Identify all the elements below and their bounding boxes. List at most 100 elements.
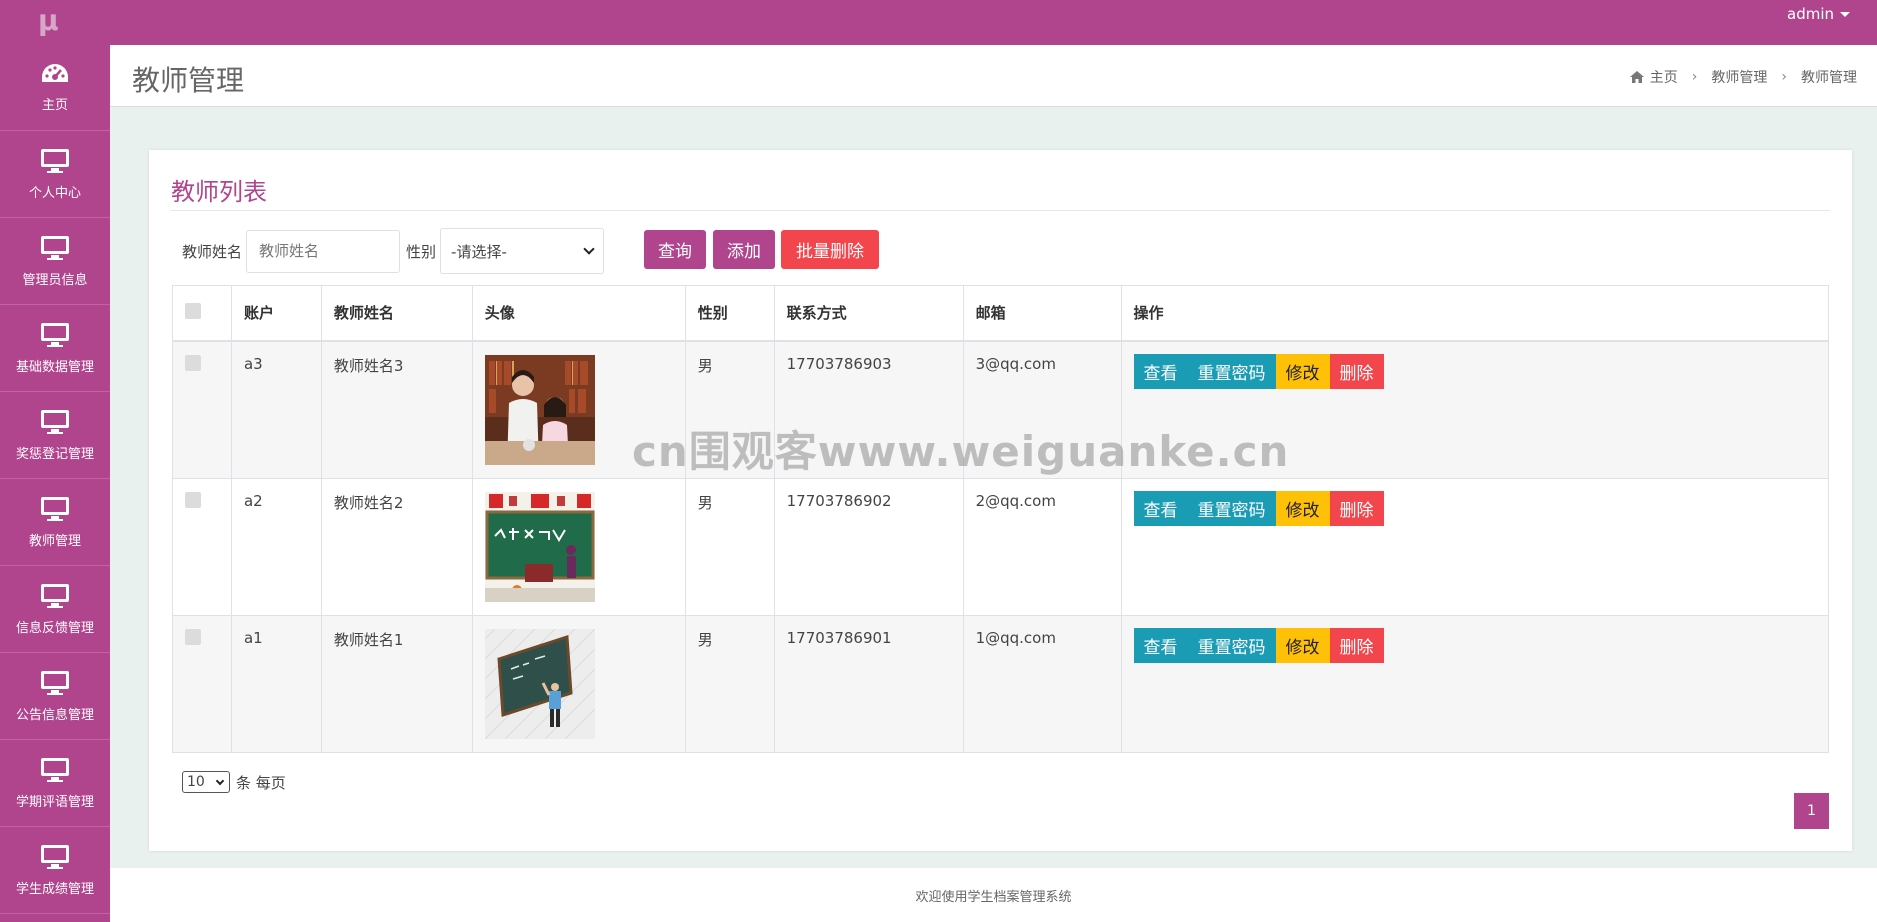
- monitor-icon: [41, 409, 69, 434]
- view-button[interactable]: 查看: [1133, 490, 1188, 526]
- content-header: 教师管理 主页 › 教师管理 › 教师管理: [110, 45, 1877, 107]
- breadcrumb-home[interactable]: 主页: [1629, 67, 1678, 87]
- card-title: 教师列表: [171, 178, 267, 206]
- add-button[interactable]: 添加: [713, 230, 775, 269]
- column-header: 账户: [230, 285, 322, 342]
- column-header: 性别: [684, 285, 775, 342]
- sidebar-item-basic-data[interactable]: 基础数据管理: [0, 305, 110, 392]
- user-menu-dropdown[interactable]: admin: [1787, 5, 1850, 23]
- footer-text: 欢迎使用学生档案管理系统: [915, 890, 1072, 905]
- breadcrumb-current: 教师管理: [1801, 70, 1857, 86]
- phone-cell: 17703786902: [773, 477, 964, 616]
- sidebar-item-label: 奖惩登记管理: [15, 446, 94, 462]
- sidebar-item-grades[interactable]: 学生成绩管理: [0, 827, 110, 914]
- page-size-value: 10: [187, 774, 205, 790]
- account-cell: a2: [230, 477, 322, 616]
- phone-cell: 17703786903: [773, 340, 964, 479]
- sidebar-item-comments[interactable]: 学期评语管理: [0, 740, 110, 827]
- account-cell: a3: [230, 340, 322, 479]
- name-cell: 教师姓名2: [320, 477, 473, 616]
- query-button[interactable]: 查询: [644, 230, 706, 269]
- teacher-list-card: 教师列表 教师姓名 性别 -请选择- 查询 添加 批量删除 账户 教师姓名 头像…: [149, 150, 1852, 851]
- reset-password-button[interactable]: 重置密码: [1187, 353, 1276, 389]
- column-header: 操作: [1120, 285, 1829, 342]
- monitor-icon: [41, 496, 69, 521]
- teachers-day-blackboard-image: [484, 491, 595, 602]
- edit-button[interactable]: 修改: [1275, 627, 1330, 663]
- sidebar-item-label: 公告信息管理: [15, 707, 94, 723]
- reset-password-button[interactable]: 重置密码: [1187, 490, 1276, 526]
- gender-cell: 男: [684, 340, 775, 479]
- edit-button[interactable]: 修改: [1275, 490, 1330, 526]
- edit-button[interactable]: 修改: [1275, 353, 1330, 389]
- breadcrumb-label: 主页: [1649, 70, 1678, 86]
- email-cell: 1@qq.com: [962, 614, 1122, 753]
- classroom-photo-image: [484, 354, 595, 465]
- column-header: 联系方式: [773, 285, 964, 342]
- monitor-icon: [41, 670, 69, 695]
- account-cell: a1: [230, 614, 322, 753]
- sidebar-item-label: 信息反馈管理: [15, 620, 94, 636]
- gender-select[interactable]: -请选择-: [440, 228, 605, 274]
- sidebar-item-feedback[interactable]: 信息反馈管理: [0, 566, 110, 653]
- sidebar-item-announcements[interactable]: 公告信息管理: [0, 653, 110, 740]
- actions-cell: 查看 重置密码 修改 删除: [1120, 340, 1829, 479]
- avatar-cell: [471, 614, 686, 753]
- delete-button[interactable]: 删除: [1329, 353, 1384, 389]
- reset-password-button[interactable]: 重置密码: [1187, 627, 1276, 663]
- top-navbar: μ admin: [0, 0, 1877, 45]
- email-cell: 2@qq.com: [962, 477, 1122, 616]
- caret-down-icon: [1840, 12, 1850, 17]
- teacher-name-input[interactable]: [246, 229, 401, 273]
- view-button[interactable]: 查看: [1133, 627, 1188, 663]
- select-all-checkbox[interactable]: [185, 302, 201, 319]
- row-checkbox[interactable]: [185, 628, 201, 645]
- actions-cell: 查看 重置密码 修改 删除: [1120, 614, 1829, 753]
- teacher-at-chalkboard-image: [484, 628, 595, 739]
- name-cell: 教师姓名3: [320, 340, 473, 479]
- sidebar-item-home[interactable]: 主页: [0, 45, 110, 131]
- select-cell: [172, 614, 232, 753]
- select-cell: [172, 340, 232, 479]
- row-checkbox[interactable]: [185, 491, 201, 508]
- sidebar-item-teachers[interactable]: 教师管理: [0, 479, 110, 566]
- table-row: a1 教师姓名1 男 17703786901 1@qq.com 查看 重置密码 …: [172, 614, 1829, 753]
- breadcrumb: 主页 › 教师管理 › 教师管理: [1629, 67, 1857, 87]
- monitor-icon: [41, 583, 69, 608]
- actions-cell: 查看 重置密码 修改 删除: [1120, 477, 1829, 616]
- sidebar-item-label: 个人中心: [28, 185, 81, 201]
- delete-button[interactable]: 删除: [1329, 627, 1384, 663]
- delete-button[interactable]: 删除: [1329, 490, 1384, 526]
- pagination-page-button[interactable]: 1: [1794, 793, 1829, 829]
- phone-cell: 17703786901: [773, 614, 964, 753]
- batch-delete-button[interactable]: 批量删除: [781, 230, 879, 269]
- gender-select-value: -请选择-: [451, 242, 507, 261]
- sidebar-item-label: 教师管理: [28, 533, 81, 549]
- name-cell: 教师姓名1: [320, 614, 473, 753]
- sidebar-item-label: 基础数据管理: [15, 359, 94, 375]
- app-logo: μ: [38, 4, 59, 37]
- column-header: 头像: [471, 285, 686, 342]
- view-button[interactable]: 查看: [1133, 353, 1188, 389]
- gender-cell: 男: [684, 477, 775, 616]
- sidebar-item-label: 学生成绩管理: [15, 881, 94, 897]
- footer: 欢迎使用学生档案管理系统: [110, 868, 1877, 922]
- username: admin: [1787, 5, 1834, 23]
- sidebar-item-profile[interactable]: 个人中心: [0, 131, 110, 218]
- sidebar-item-admin-info[interactable]: 管理员信息: [0, 218, 110, 305]
- sidebar-item-rewards[interactable]: 奖惩登记管理: [0, 392, 110, 479]
- name-filter-label: 教师姓名: [182, 242, 243, 261]
- chevron-down-icon: [215, 776, 225, 785]
- page-size-select[interactable]: 10: [182, 771, 230, 793]
- avatar-cell: [471, 340, 686, 479]
- table-header-row: 账户 教师姓名 头像 性别 联系方式 邮箱 操作: [172, 285, 1829, 342]
- column-header: 教师姓名: [320, 285, 473, 342]
- row-actions: 查看 重置密码 修改 删除: [1133, 627, 1817, 663]
- email-cell: 3@qq.com: [962, 340, 1122, 479]
- divider: [171, 210, 1830, 211]
- sidebar: 主页 个人中心 管理员信息 基础数据管理 奖惩登记管理 教师管理 信息反馈管理 …: [0, 45, 110, 922]
- row-checkbox[interactable]: [185, 354, 201, 371]
- breadcrumb-item[interactable]: 教师管理: [1711, 67, 1767, 87]
- sidebar-item-label: 管理员信息: [22, 272, 88, 288]
- gender-cell: 男: [684, 614, 775, 753]
